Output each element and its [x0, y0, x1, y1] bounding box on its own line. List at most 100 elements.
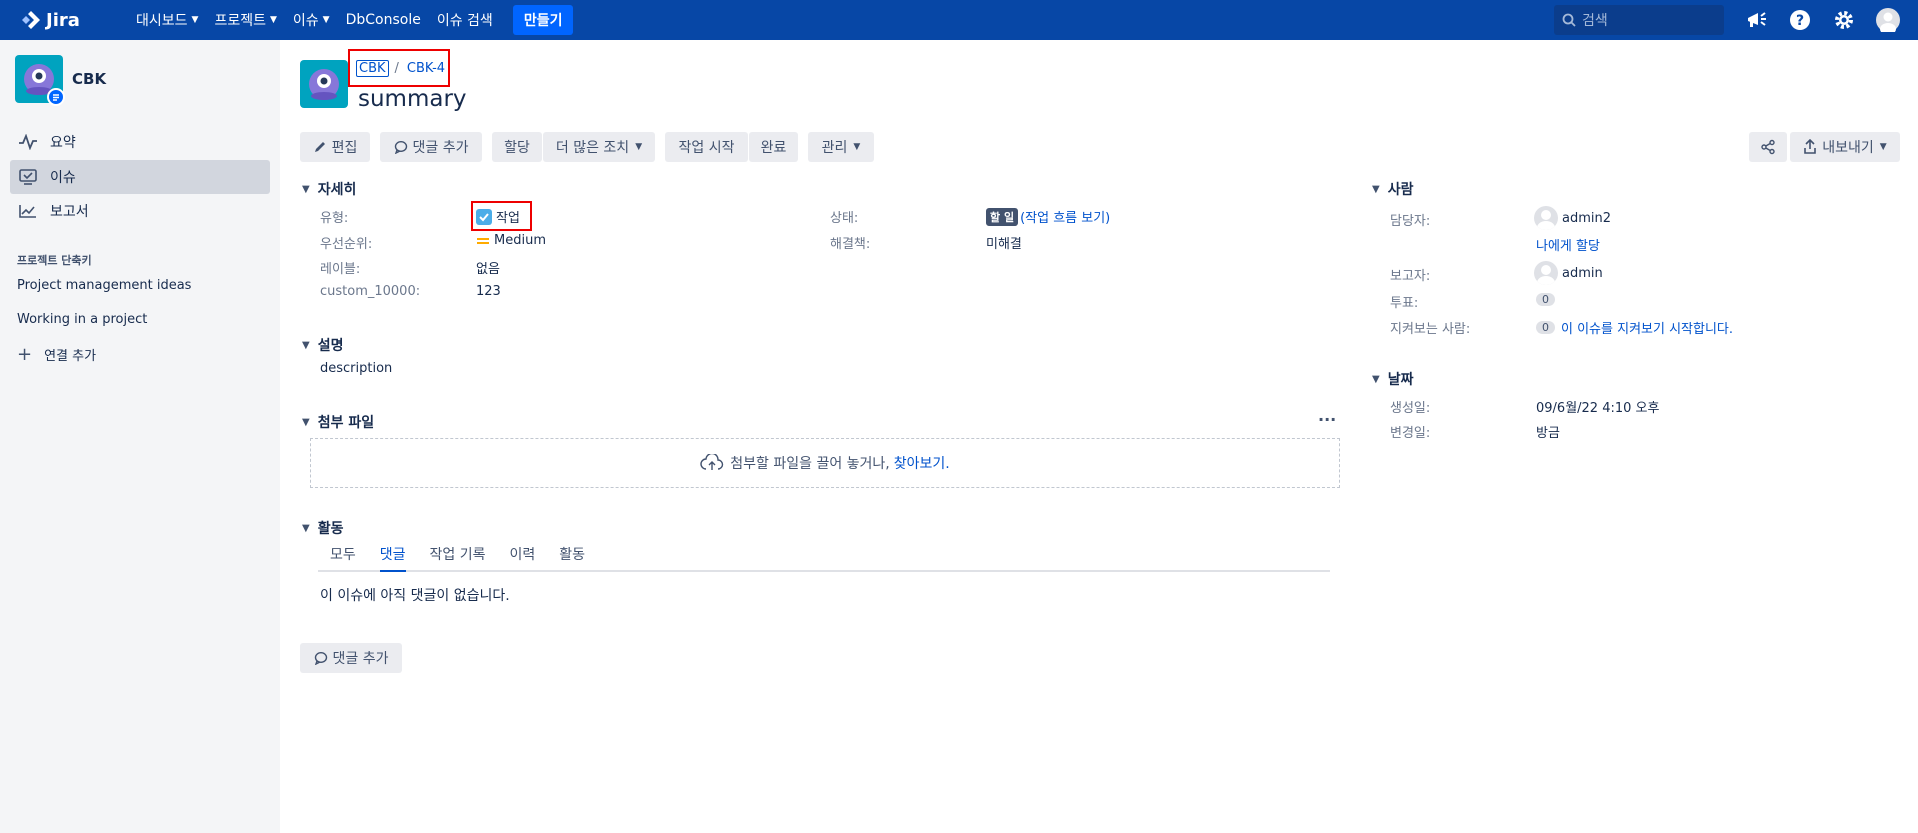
nav-issues[interactable]: 이슈 ▼ [293, 10, 330, 30]
issue-summary[interactable]: summary [358, 86, 467, 112]
browse-link[interactable]: 찾아보기. [894, 453, 950, 473]
settings-icon[interactable] [1832, 8, 1856, 32]
resolution-label: 해결책: [830, 237, 871, 252]
chart-icon [19, 205, 36, 218]
attachments-title: 첨부 파일 [317, 415, 375, 431]
help-icon[interactable]: ? [1788, 8, 1812, 32]
people-title: 사람 [1387, 182, 1414, 198]
shortcut-link[interactable]: Project management ideas [17, 278, 191, 293]
assign-button[interactable]: 할당 [492, 132, 542, 162]
workflow-link[interactable]: (작업 흐름 보기) [1020, 207, 1110, 226]
issue-project-avatar[interactable] [300, 60, 348, 108]
shortcuts-title: 프로젝트 단축키 [17, 254, 92, 267]
sidebar-item-label: 보고서 [50, 204, 89, 220]
nav-dashboards[interactable]: 대시보드 ▼ [136, 10, 198, 30]
details-section-header[interactable]: ▼ 자세히 [302, 179, 356, 199]
labels-value: 없음 [476, 262, 500, 277]
activity-section-header[interactable]: ▼ 활동 [302, 518, 343, 538]
reporter-name: admin [1562, 265, 1603, 281]
updated-label: 변경일: [1390, 426, 1431, 441]
add-comment-button[interactable]: 댓글 추가 [380, 132, 482, 162]
megaphone-icon[interactable] [1745, 8, 1769, 32]
edit-button[interactable]: 편집 [300, 132, 370, 162]
sidebar-item-label: 요약 [50, 135, 76, 151]
avatar [1534, 261, 1558, 285]
priority-medium-icon [477, 237, 489, 244]
task-checkbox-icon [476, 208, 492, 225]
type-value-text: 작업 [496, 211, 520, 226]
tab-all[interactable]: 모두 [330, 544, 356, 572]
people-section-header[interactable]: ▼ 사람 [1372, 179, 1413, 199]
breadcrumb-project[interactable]: CBK [356, 59, 389, 77]
nav-issue-search[interactable]: 이슈 검색 [437, 10, 493, 30]
dates-section-header[interactable]: ▼ 날짜 [1372, 369, 1413, 389]
assignee-value[interactable]: admin2 [1534, 206, 1611, 230]
chevron-down-icon: ▼ [322, 15, 330, 25]
tab-comments[interactable]: 댓글 [379, 544, 406, 572]
assign-to-me-link[interactable]: 나에게 할당 [1536, 235, 1600, 254]
custom-field-value: 123 [476, 284, 501, 299]
chevron-down-icon: ▼ [853, 142, 861, 152]
jira-logo[interactable]: Jira [20, 9, 116, 31]
attachment-dropzone[interactable]: 첨부할 파일을 끌어 놓거나, 찾아보기. [310, 438, 1340, 488]
sidebar-item-issues[interactable]: 이슈 [10, 160, 270, 194]
breadcrumb-separator: / [394, 60, 399, 76]
watchers-badge[interactable]: 0 [1536, 321, 1555, 334]
add-link-label: 연결 추가 [44, 349, 97, 364]
tab-worklog[interactable]: 작업 기록 [430, 544, 486, 572]
pencil-icon [314, 142, 325, 152]
jira-logo-text: Jira [46, 9, 80, 31]
export-button[interactable]: 내보내기 ▼ [1790, 132, 1900, 162]
search-placeholder: 검색 [1582, 13, 1608, 29]
reporter-label: 보고자: [1390, 269, 1431, 284]
assignee-label: 담당자: [1390, 214, 1431, 229]
votes-value[interactable]: 0 [1536, 293, 1561, 306]
dates-title: 날짜 [1387, 372, 1414, 388]
share-button[interactable] [1749, 132, 1787, 162]
user-avatar-icon[interactable] [1876, 8, 1900, 32]
admin-button[interactable]: 관리 ▼ [808, 132, 874, 162]
tab-activity[interactable]: 활동 [559, 544, 585, 572]
nav-projects[interactable]: 프로젝트 ▼ [214, 10, 276, 30]
nav-issue-search-label: 이슈 검색 [436, 13, 493, 29]
add-comment-bottom-button[interactable]: 댓글 추가 [300, 643, 402, 673]
search-icon [1562, 13, 1576, 27]
description-text[interactable]: description [320, 361, 392, 376]
start-watching-link[interactable]: 이 이슈를 지켜보기 시작합니다. [1561, 318, 1733, 337]
nav-issues-label: 이슈 [292, 13, 319, 29]
activity-icon [19, 134, 37, 150]
breadcrumb-issue-key[interactable]: CBK-4 [407, 61, 445, 76]
tab-history[interactable]: 이력 [510, 544, 536, 572]
comment-icon [394, 140, 407, 154]
watchers-value: 0 이 이슈를 지켜보기 시작합니다. [1536, 318, 1733, 337]
resolution-value: 미해결 [986, 237, 1022, 252]
top-navigation: Jira 대시보드 ▼ 프로젝트 ▼ 이슈 ▼ DbConsole 이슈 검색 만들기… [0, 0, 1918, 40]
add-comment-label: 댓글 추가 [412, 140, 469, 156]
description-section-header[interactable]: ▼ 설명 [302, 335, 343, 355]
add-link-button[interactable]: + 연결 추가 [17, 344, 96, 365]
svg-text:?: ? [1796, 13, 1804, 29]
sidebar-item-reports[interactable]: 보고서 [10, 194, 270, 228]
project-name[interactable]: CBK [72, 70, 106, 88]
nav-projects-label: 프로젝트 [214, 13, 266, 29]
shortcut-link[interactable]: Working in a project [17, 312, 147, 327]
collapse-chevron-icon: ▼ [1372, 183, 1380, 195]
done-button[interactable]: 완료 [749, 132, 798, 162]
jira-logo-icon [22, 11, 40, 29]
start-progress-button[interactable]: 작업 시작 [665, 132, 748, 162]
export-label: 내보내기 [1822, 140, 1874, 156]
reporter-value[interactable]: admin [1534, 261, 1603, 285]
priority-value-text: Medium [494, 233, 546, 248]
attachments-section-header[interactable]: ▼ 첨부 파일 [302, 412, 374, 432]
more-actions-button[interactable]: 더 많은 조치 ▼ [543, 132, 655, 162]
edit-button-label: 편집 [331, 140, 358, 156]
chevron-down-icon: ▼ [635, 142, 643, 152]
type-value: 작업 [476, 207, 520, 226]
sidebar-item-summary[interactable]: 요약 [10, 125, 270, 159]
nav-dbconsole[interactable]: DbConsole [346, 12, 421, 28]
more-options-icon[interactable]: ··· [1318, 410, 1336, 429]
votes-badge: 0 [1536, 293, 1555, 306]
priority-label: 우선순위: [320, 237, 373, 252]
create-button[interactable]: 만들기 [512, 5, 574, 35]
search-input[interactable]: 검색 [1554, 5, 1724, 35]
